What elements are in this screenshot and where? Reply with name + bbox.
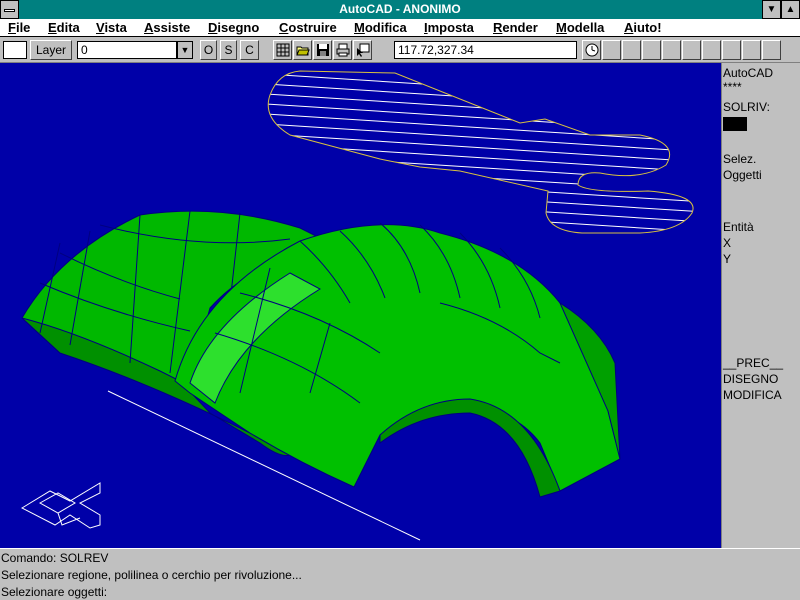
screen-menu-item-y[interactable]: Y [723,252,731,266]
clock-icon[interactable] [582,40,601,60]
screen-menu-item-x[interactable]: X [723,236,731,250]
screen-menu-item-prec[interactable]: __PREC__ [723,356,783,370]
save-icon[interactable] [313,40,332,60]
toolbar-spare-button[interactable] [762,40,781,60]
hatched-region [267,70,694,234]
maximize-button[interactable]: ▲ [781,0,800,19]
screen-menu-item-modifica[interactable]: MODIFICA [723,388,782,402]
screen-menu-stars[interactable]: **** [723,80,742,94]
menu-render[interactable]: Render [493,20,538,35]
layer-button[interactable]: Layer [30,40,72,60]
print-icon[interactable] [333,40,352,60]
menu-costruire[interactable]: Costruire [279,20,337,35]
drawing-svg [20,70,694,541]
layer-dropdown-arrow[interactable]: ▼ [177,41,193,59]
menu-file[interactable]: File [8,20,30,35]
command-area[interactable]: Comando: SOLREV Selezionare regione, pol… [0,548,800,600]
open-file-icon[interactable] [293,40,312,60]
window-title: AutoCAD - ANONIMO [339,2,461,16]
toolbar-spare-button[interactable] [602,40,621,60]
command-prompt[interactable]: Selezionare oggetti: [1,585,107,599]
menu-modella[interactable]: Modella [556,20,604,35]
screen-menu-item-oggetti[interactable]: Oggetti [723,168,762,182]
menu-modifica[interactable]: Modifica [354,20,407,35]
screen-menu-item-entita[interactable]: Entità [723,220,754,234]
menu-aiuto[interactable]: Aiuto! [624,20,662,35]
menu-assiste[interactable]: Assiste [144,20,190,35]
screen-menu-header[interactable]: AutoCAD [723,66,773,80]
toolbar-spare-button[interactable] [722,40,741,60]
toolbar: Layer 0 ▼ O S C 117.72,327.34 [0,37,800,63]
menu-vista[interactable]: Vista [96,20,127,35]
screen-menu-item-disegno[interactable]: DISEGNO [723,372,778,386]
screen-menu-command[interactable]: SOLRIV: [723,100,770,114]
toolbar-spare-button[interactable] [742,40,761,60]
toolbar-spare-button[interactable] [682,40,701,60]
toolbar-spare-button[interactable] [622,40,641,60]
coordinates-display: 117.72,327.34 [394,41,577,59]
menu-edita[interactable]: Edita [48,20,80,35]
toolbar-spare-button[interactable] [642,40,661,60]
menu-imposta[interactable]: Imposta [424,20,474,35]
command-history-line: Comando: SOLREV [1,551,109,565]
menu-bar: File Edita Vista Assiste Disegno Costrui… [0,19,800,37]
minimize-button[interactable]: ▼ [762,0,781,19]
drawing-area[interactable] [0,63,721,548]
screen-menu-item-selez[interactable]: Selez. [723,152,756,166]
ucs-icon [20,482,101,529]
toolbar-spare-button[interactable] [662,40,681,60]
coords-button[interactable]: C [240,40,259,60]
toolbar-spare-button[interactable] [702,40,721,60]
current-color-box[interactable] [3,41,27,59]
layer-select[interactable]: 0 [77,41,177,59]
title-bar: AutoCAD - ANONIMO ▼ ▲ [0,0,800,19]
tablet-icon[interactable] [273,40,292,60]
command-history-line: Selezionare regione, polilinea o cerchio… [1,568,302,582]
ortho-button[interactable]: O [200,40,217,60]
screen-menu: AutoCAD **** SOLRIV: Selez. Oggetti Enti… [721,63,800,548]
snap-button[interactable]: S [220,40,237,60]
menu-disegno[interactable]: Disegno [208,20,259,35]
color-swatch[interactable] [723,117,747,131]
select-icon[interactable] [353,40,372,60]
